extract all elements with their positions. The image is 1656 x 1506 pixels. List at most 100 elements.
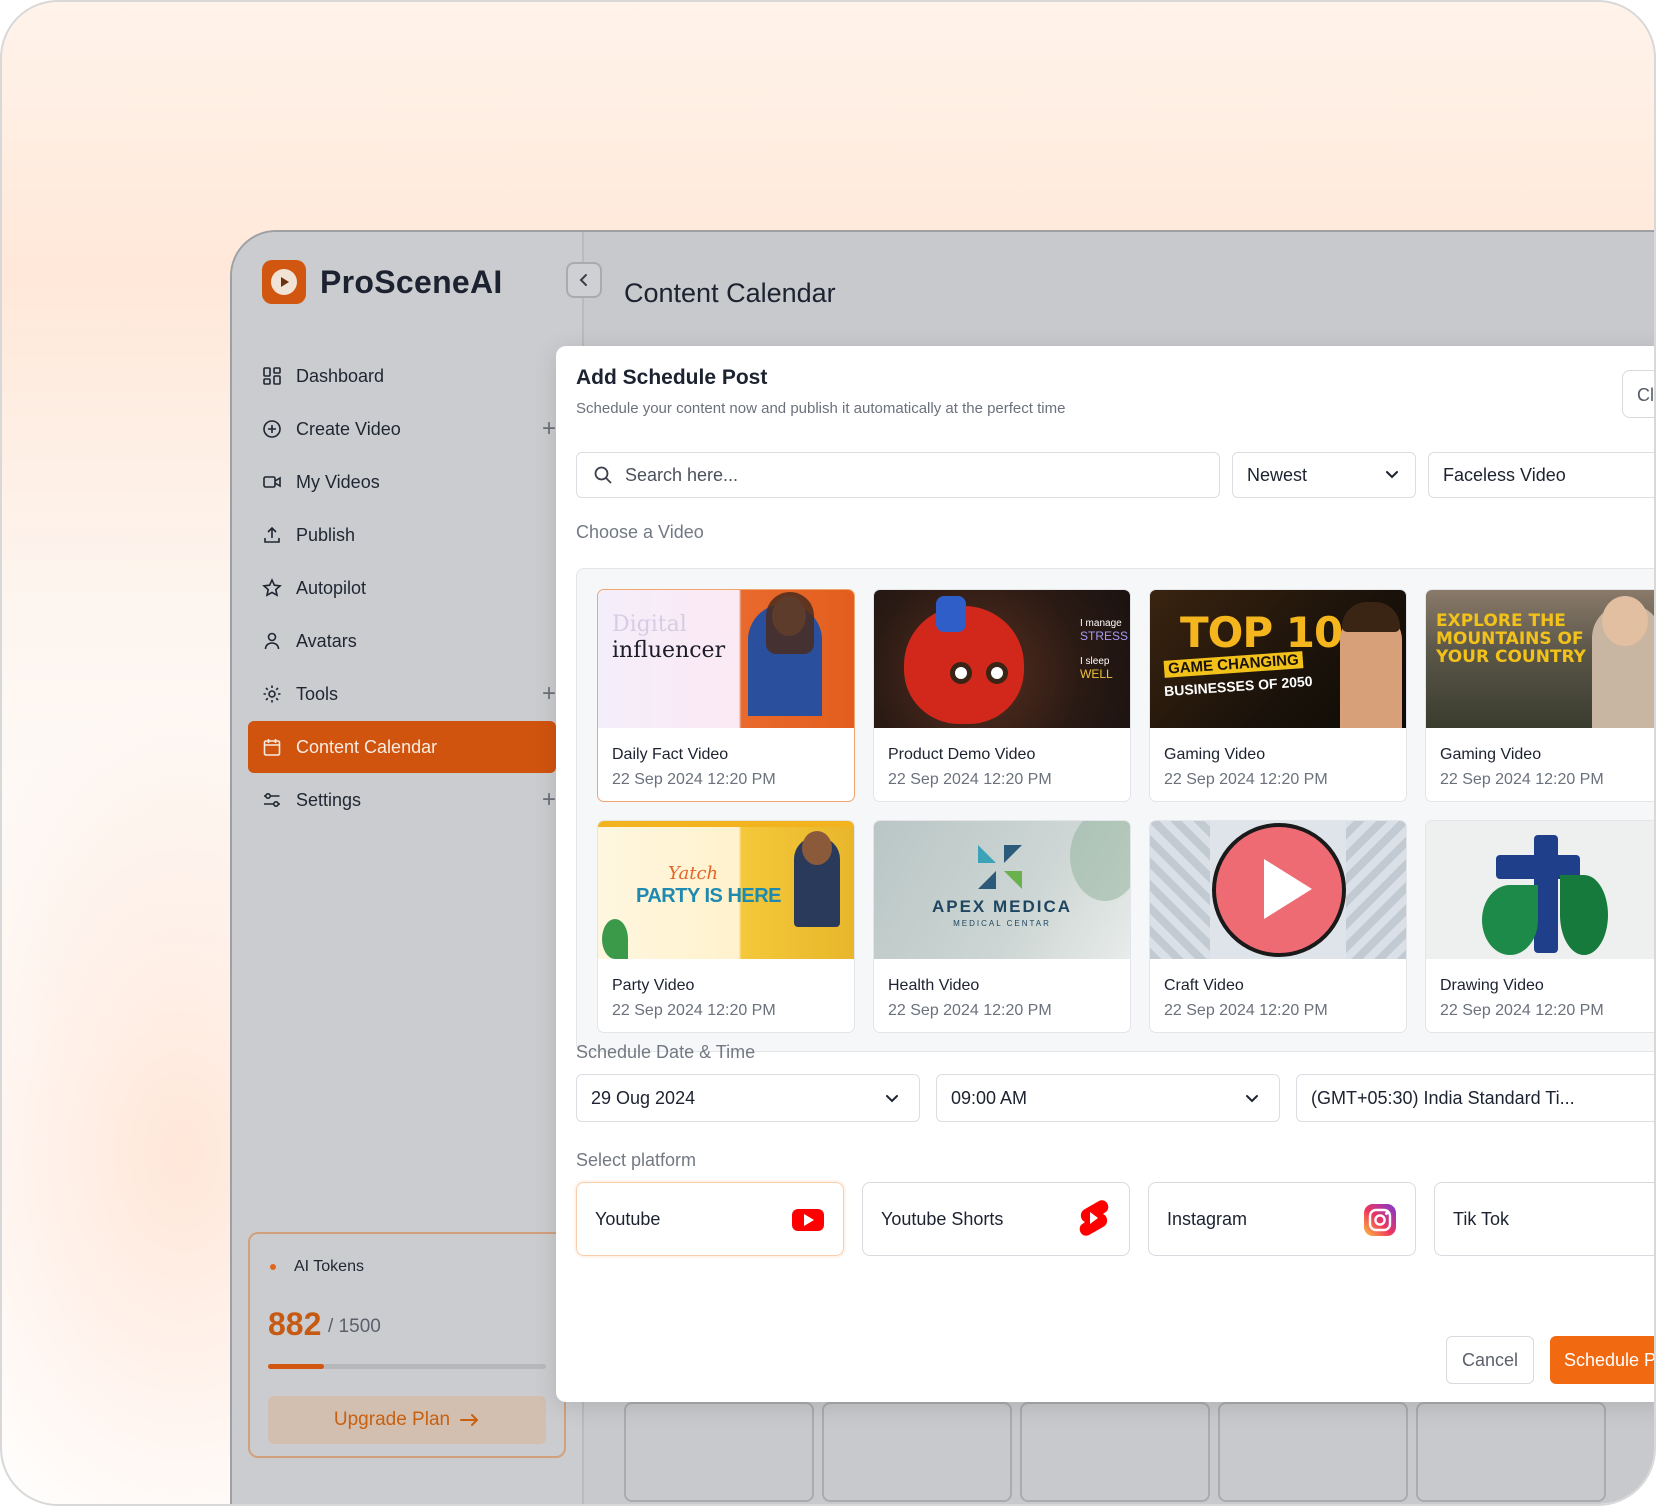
- chevron-left-icon: [579, 274, 587, 286]
- video-name: Drawing Video: [1440, 977, 1544, 994]
- status-dot: [270, 1264, 276, 1270]
- device-frame: ProSceneAI Dashboard Create Video + My V…: [0, 0, 1656, 1506]
- thumb-text: MOUNTAINS OF: [1436, 629, 1584, 649]
- upgrade-plan-label: Upgrade Plan: [333, 1409, 451, 1430]
- platform-youtube[interactable]: Youtube: [576, 1182, 844, 1256]
- video-camera-icon: [262, 472, 282, 492]
- video-card[interactable]: Yatch PARTY IS HERE Party Video 22 Sep 2…: [597, 820, 855, 1033]
- video-type-select[interactable]: Faceless Video: [1428, 452, 1654, 498]
- video-card[interactable]: TOP 10 GAME CHANGING BUSINESSES OF 2050 …: [1149, 589, 1407, 802]
- sidebar-item-label: Autopilot: [296, 577, 367, 598]
- thumb-text: Digital: [612, 612, 687, 637]
- video-picker: Digital influencer Daily Fact Video 22 S…: [576, 568, 1654, 1052]
- ai-tokens-card: AI Tokens 882 / 1500 Upgrade Plan: [248, 1232, 566, 1458]
- platform-youtube-shorts[interactable]: Youtube Shorts: [862, 1182, 1130, 1256]
- sidebar-item-settings[interactable]: Settings +: [248, 774, 556, 826]
- sidebar-item-tools[interactable]: Tools +: [248, 668, 556, 720]
- calendar-cell[interactable]: [1416, 1402, 1606, 1502]
- thumb-text: Yatch: [668, 863, 719, 884]
- time-value: 09:00 AM: [951, 1087, 1028, 1108]
- sidebar-item-label: My Videos: [296, 471, 380, 492]
- sidebar-item-label: Content Calendar: [296, 736, 438, 757]
- youtube-icon: [792, 1209, 824, 1231]
- calendar-cell[interactable]: [1020, 1402, 1210, 1502]
- user-icon: [262, 631, 282, 651]
- video-name: Product Demo Video: [888, 746, 1036, 763]
- sidebar-item-label: Create Video: [296, 418, 401, 439]
- play-logo-icon: [262, 260, 306, 304]
- sidebar-item-my-videos[interactable]: My Videos: [248, 456, 548, 508]
- video-date: 22 Sep 2024 12:20 PM: [888, 771, 1052, 788]
- upgrade-plan-button[interactable]: Upgrade Plan: [268, 1396, 546, 1444]
- thumb-text: TOP 10: [1180, 608, 1343, 657]
- chevron-down-icon: [1246, 1095, 1258, 1103]
- ai-tokens-title: AI Tokens: [294, 1258, 364, 1275]
- video-date: 22 Sep 2024 12:20 PM: [1164, 771, 1328, 788]
- sidebar-item-content-calendar[interactable]: Content Calendar: [248, 721, 556, 773]
- choose-video-label: Choose a Video: [576, 522, 704, 542]
- dashboard-icon: [262, 366, 282, 386]
- apex-logo-icon: [978, 845, 1022, 889]
- video-thumbnail: [1426, 821, 1654, 959]
- sidebar-item-avatars[interactable]: Avatars: [248, 615, 548, 667]
- video-date: 22 Sep 2024 12:20 PM: [612, 771, 776, 788]
- video-date: 22 Sep 2024 12:20 PM: [888, 1002, 1052, 1019]
- timezone-value: (GMT+05:30) India Standard Ti...: [1311, 1087, 1575, 1108]
- video-card[interactable]: Digital influencer Daily Fact Video 22 S…: [597, 589, 855, 802]
- video-card[interactable]: I manage STRESS I sleep WELL Product Dem…: [873, 589, 1131, 802]
- brand[interactable]: ProSceneAI: [262, 260, 503, 304]
- video-thumbnail: EXPLORE THE MOUNTAINS OF YOUR COUNTRY: [1426, 590, 1654, 728]
- thumb-text: BUSINESSES OF 2050: [1163, 672, 1314, 700]
- sidebar-item-dashboard[interactable]: Dashboard: [248, 350, 548, 402]
- schedule-post-button[interactable]: Schedule Post: [1550, 1336, 1654, 1384]
- video-name: Health Video: [888, 977, 980, 994]
- sidebar-nav: Dashboard Create Video + My Videos Publi…: [248, 350, 556, 827]
- calendar-icon: [262, 737, 282, 757]
- sidebar-item-publish[interactable]: Publish: [248, 509, 548, 561]
- sidebar-item-label: Tools: [296, 683, 339, 704]
- upload-icon: [262, 525, 282, 545]
- collapse-sidebar-button[interactable]: [566, 262, 602, 298]
- sort-select-value: Newest: [1247, 464, 1308, 485]
- platform-instagram[interactable]: Instagram: [1148, 1182, 1416, 1256]
- brand-name: ProSceneAI: [320, 263, 503, 300]
- schedule-date-time-label: Schedule Date & Time: [576, 1042, 756, 1062]
- expand-plus-icon[interactable]: +: [542, 680, 556, 708]
- timezone-select[interactable]: (GMT+05:30) India Standard Ti...: [1296, 1074, 1654, 1122]
- video-thumbnail: I manage STRESS I sleep WELL: [874, 590, 1130, 728]
- video-card[interactable]: Drawing Video 22 Sep 2024 12:20 PM: [1425, 820, 1654, 1033]
- close-button[interactable]: Cl: [1622, 370, 1654, 418]
- video-card[interactable]: Craft Video 22 Sep 2024 12:20 PM: [1149, 820, 1407, 1033]
- expand-plus-icon[interactable]: +: [542, 786, 556, 814]
- video-name: Daily Fact Video: [612, 746, 729, 763]
- sidebar-item-autopilot[interactable]: Autopilot: [248, 562, 548, 614]
- thumb-text: MEDICAL CENTAR: [953, 919, 1051, 928]
- time-select[interactable]: 09:00 AM: [936, 1074, 1280, 1122]
- date-select[interactable]: 29 Oug 2024: [576, 1074, 920, 1122]
- add-schedule-post-modal: Add Schedule Post Schedule your content …: [556, 346, 1654, 1402]
- calendar-cell[interactable]: [1218, 1402, 1408, 1502]
- platform-tiktok[interactable]: Tik Tok: [1434, 1182, 1654, 1256]
- cancel-button[interactable]: Cancel: [1446, 1336, 1534, 1384]
- search-input[interactable]: [625, 464, 1185, 486]
- video-name: Gaming Video: [1440, 746, 1542, 763]
- expand-plus-icon[interactable]: +: [542, 415, 556, 443]
- thumb-text: I sleep: [1080, 656, 1110, 667]
- thumb-text: APEX MEDICA: [931, 897, 1073, 916]
- sidebar: ProSceneAI Dashboard Create Video + My V…: [232, 232, 602, 1504]
- search-icon: [594, 466, 612, 484]
- calendar-cell[interactable]: [624, 1402, 814, 1502]
- sidebar-item-label: Dashboard: [296, 365, 385, 386]
- video-card[interactable]: APEX MEDICA MEDICAL CENTAR Health Video …: [873, 820, 1131, 1033]
- sidebar-item-label: Avatars: [296, 630, 357, 651]
- sidebar-item-create-video[interactable]: Create Video +: [248, 403, 556, 455]
- youtube-shorts-icon: [1079, 1200, 1109, 1236]
- thumb-text: PARTY IS HERE: [636, 885, 782, 907]
- sort-select[interactable]: Newest: [1232, 452, 1416, 498]
- video-thumbnail: Digital influencer: [598, 590, 854, 728]
- video-card[interactable]: EXPLORE THE MOUNTAINS OF YOUR COUNTRY Ga…: [1425, 589, 1654, 802]
- tokens-used: 882: [268, 1306, 322, 1342]
- calendar-cell[interactable]: [822, 1402, 1012, 1502]
- search-field[interactable]: [576, 452, 1220, 498]
- video-name: Gaming Video: [1164, 746, 1266, 763]
